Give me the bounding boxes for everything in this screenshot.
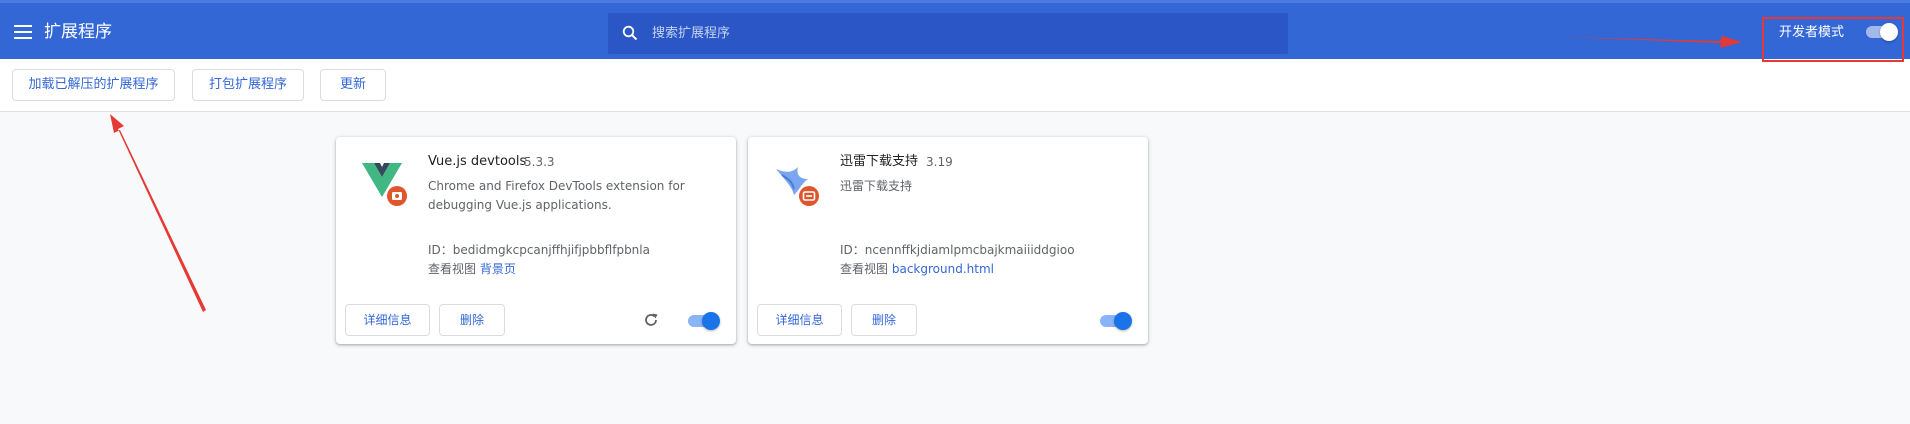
background-page-link[interactable]: background.html — [892, 262, 994, 276]
extension-id: ID：ncennffkjdiamlpmcbajkmaiiiddgioo — [840, 241, 1075, 260]
search-icon — [622, 25, 638, 41]
top-app-bar: 扩展程序 开发者模式 — [0, 0, 1910, 59]
extension-description: 迅雷下载支持 — [840, 179, 913, 193]
thunder-bird-icon — [776, 167, 819, 206]
update-button[interactable]: 更新 — [320, 69, 386, 101]
extension-name: 迅雷下载支持 — [840, 154, 919, 169]
pack-extension-button[interactable]: 打包扩展程序 — [192, 69, 304, 101]
extension-version: 3.19 — [926, 155, 953, 169]
search-input[interactable] — [652, 22, 1252, 44]
extension-enable-toggle[interactable] — [686, 312, 720, 330]
inspect-views: 查看视图 background.html — [840, 260, 994, 279]
extension-version: 5.3.3 — [524, 155, 555, 169]
id-label: ID： — [428, 243, 453, 257]
reload-icon[interactable] — [643, 312, 659, 328]
background-page-link[interactable]: 背景页 — [480, 262, 516, 276]
developer-toolbar: 加载已解压的扩展程序 打包扩展程序 更新 — [0, 59, 1910, 112]
remove-button[interactable]: 删除 — [851, 304, 917, 336]
hamburger-menu-icon[interactable] — [14, 25, 32, 39]
details-button[interactable]: 详细信息 — [345, 304, 430, 336]
developer-mode-label: 开发者模式 — [1779, 25, 1845, 40]
extension-card: Vue.js devtools 5.3.3 Chrome and Firefox… — [336, 137, 736, 344]
remove-button[interactable]: 删除 — [439, 304, 505, 336]
extension-card: 迅雷下载支持 3.19 迅雷下载支持 ID：ncennffkjdiamlpmcb… — [748, 137, 1148, 344]
extension-description: Chrome and Firefox DevTools extension fo… — [428, 179, 685, 212]
inspect-views-label: 查看视图 — [840, 262, 889, 276]
load-unpacked-button[interactable]: 加载已解压的扩展程序 — [12, 69, 175, 101]
page-title: 扩展程序 — [44, 22, 112, 42]
id-value: ncennffkjdiamlpmcbajkmaiiiddgioo — [864, 243, 1075, 257]
search-bar[interactable] — [608, 13, 1288, 54]
extension-enable-toggle[interactable] — [1098, 312, 1132, 330]
details-button[interactable]: 详细信息 — [757, 304, 842, 336]
extension-name: Vue.js devtools — [428, 154, 527, 169]
inspect-views-label: 查看视图 — [428, 262, 477, 276]
id-value: bedidmgkcpcanjffhjifjpbbflfpbnla — [452, 243, 650, 257]
id-label: ID： — [840, 243, 865, 257]
developer-mode-toggle[interactable] — [1864, 23, 1898, 41]
extension-id: ID：bedidmgkcpcanjffhjifjpbbflfpbnla — [428, 241, 650, 260]
vue-logo-icon — [362, 163, 407, 206]
arrow-to-load-button — [110, 114, 206, 312]
inspect-views: 查看视图 背景页 — [428, 260, 516, 279]
